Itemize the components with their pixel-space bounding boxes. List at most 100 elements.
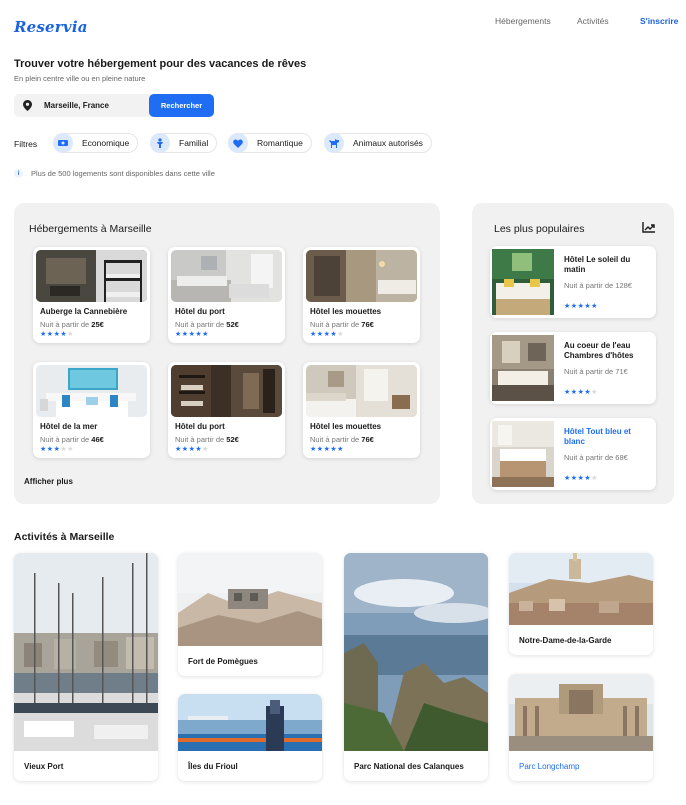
star-filled-icon: ★ [46,446,54,453]
lodging-price: Nuit à partir de 25€ [40,320,104,329]
star-empty-icon: ★ [591,475,598,482]
lodging-photo [306,365,417,417]
info-icon: i [14,169,23,178]
star-empty-icon: ★ [591,389,598,396]
star-filled-icon: ★ [316,446,324,453]
star-filled-icon: ★ [564,475,571,482]
activities-title: Activités à Marseille [14,531,115,543]
availability-info: i Plus de 500 logements sont disponibles… [14,169,215,178]
nav-link-hebergements[interactable]: Hébergements [495,16,575,26]
filter-romantique[interactable]: Romantique [228,133,312,153]
lodging-price: Nuit à partir de 52€ [175,435,239,444]
lodging-card[interactable]: Hôtel de la mer Nuit à partir de 46€ ★★★… [33,362,150,458]
star-filled-icon: ★ [564,303,571,310]
star-rating: ★★★★★ [40,330,74,338]
lodging-card[interactable]: Hôtel du port Nuit à partir de 52€ ★★★★★ [168,362,285,458]
nav-link-signup[interactable]: S'inscrire [640,16,680,26]
star-filled-icon: ★ [40,446,47,453]
star-empty-icon: ★ [67,331,74,338]
popular-name: Hôtel Le soleil du matin [564,255,631,274]
heart-icon [228,133,248,153]
star-filled-icon: ★ [570,389,578,396]
star-rating: ★★★★★ [175,330,209,338]
nav-link-activites[interactable]: Activités [577,16,617,26]
hero-title: Trouver votre hébergement pour des vacan… [14,58,307,70]
search-button[interactable]: Rechercher [149,94,214,117]
star-rating: ★★★★★ [310,445,344,453]
activity-card[interactable]: Îles du Frioul [178,694,322,781]
popular-card[interactable]: Hôtel Le soleil du matin Nuit à partir d… [490,246,656,318]
star-filled-icon: ★ [181,331,189,338]
show-more-link[interactable]: Afficher plus [24,477,73,486]
star-filled-icon: ★ [570,303,578,310]
star-filled-icon: ★ [316,331,324,338]
star-rating: ★★★★★ [175,445,209,453]
popular-photo [492,335,554,401]
filter-label: Economique [82,138,130,148]
activity-card[interactable]: Notre-Dame-de-la-Garde [509,553,653,655]
star-filled-icon: ★ [310,331,317,338]
activity-card[interactable]: Vieux Port [14,553,158,781]
filter-label: Familial [179,138,209,148]
activity-label: Notre-Dame-de-la-Garde [519,636,612,645]
star-filled-icon: ★ [570,475,578,482]
search-input[interactable] [44,98,144,113]
activity-card[interactable]: Parc Longchamp [509,674,653,781]
star-filled-icon: ★ [175,331,182,338]
activity-card[interactable]: Parc National des Calanques [344,553,488,781]
logo[interactable]: Reservia [14,18,88,36]
filters-label: Filtres [14,139,38,149]
activity-label: Vieux Port [24,762,64,771]
popular-name: Hôtel Tout bleu et blanc [564,427,631,446]
lodging-card[interactable]: Hôtel les mouettes Nuit à partir de 76€ … [303,247,420,343]
activity-label: Fort de Pomègues [188,657,258,666]
popular-card[interactable]: Hôtel Tout bleu et blanc Nuit à partir d… [490,418,656,490]
star-rating: ★★★★★ [564,474,598,482]
money-icon [53,133,73,153]
filter-label: Romantique [257,138,303,148]
star-empty-icon: ★ [67,446,74,453]
search-bar: Rechercher [14,94,214,117]
activity-photo [509,553,653,625]
map-pin-icon [23,100,32,111]
star-rating: ★★★★★ [564,388,598,396]
star-rating: ★★★★★ [564,302,598,310]
lodging-price: Nuit à partir de 46€ [40,435,104,444]
star-filled-icon: ★ [591,303,598,310]
popular-price: Nuit à partir de 68€ [564,453,628,462]
activity-card[interactable]: Fort de Pomègues [178,553,322,676]
star-filled-icon: ★ [40,331,47,338]
activity-photo [178,694,322,751]
star-filled-icon: ★ [175,446,182,453]
lodging-name: Hôtel de la mer [40,422,98,431]
star-filled-icon: ★ [181,446,189,453]
popular-card[interactable]: Au coeur de l'eau Chambres d'hôtes Nuit … [490,332,656,404]
star-filled-icon: ★ [310,446,317,453]
star-filled-icon: ★ [337,446,344,453]
star-filled-icon: ★ [46,331,54,338]
lodging-price: Nuit à partir de 52€ [175,320,239,329]
filter-economique[interactable]: Economique [53,133,139,153]
trending-up-icon [642,222,655,233]
star-rating: ★★★★★ [40,445,74,453]
lodging-name: Hôtel du port [175,307,225,316]
lodging-name: Auberge la Cannebière [40,307,128,316]
lodging-price: Nuit à partir de 76€ [310,435,374,444]
lodging-card[interactable]: Auberge la Cannebière Nuit à partir de 2… [33,247,150,343]
lodging-photo [171,365,282,417]
lodging-photo [306,250,417,302]
availability-text: Plus de 500 logements sont disponibles d… [31,169,215,178]
activity-photo [509,674,653,751]
star-empty-icon: ★ [337,331,344,338]
activity-photo [178,553,322,646]
lodging-name: Hôtel les mouettes [310,307,382,316]
star-filled-icon: ★ [202,331,209,338]
lodging-card[interactable]: Hôtel du port Nuit à partir de 52€ ★★★★★ [168,247,285,343]
lodging-card[interactable]: Hôtel les mouettes Nuit à partir de 76€ … [303,362,420,458]
activity-photo [344,553,488,751]
filter-animaux[interactable]: Animaux autorisés [324,133,432,153]
popular-name: Au coeur de l'eau Chambres d'hôtes [564,341,634,360]
popular-price: Nuit à partir de 71€ [564,367,628,376]
star-filled-icon: ★ [564,389,571,396]
filter-familial[interactable]: Familial [150,133,218,153]
